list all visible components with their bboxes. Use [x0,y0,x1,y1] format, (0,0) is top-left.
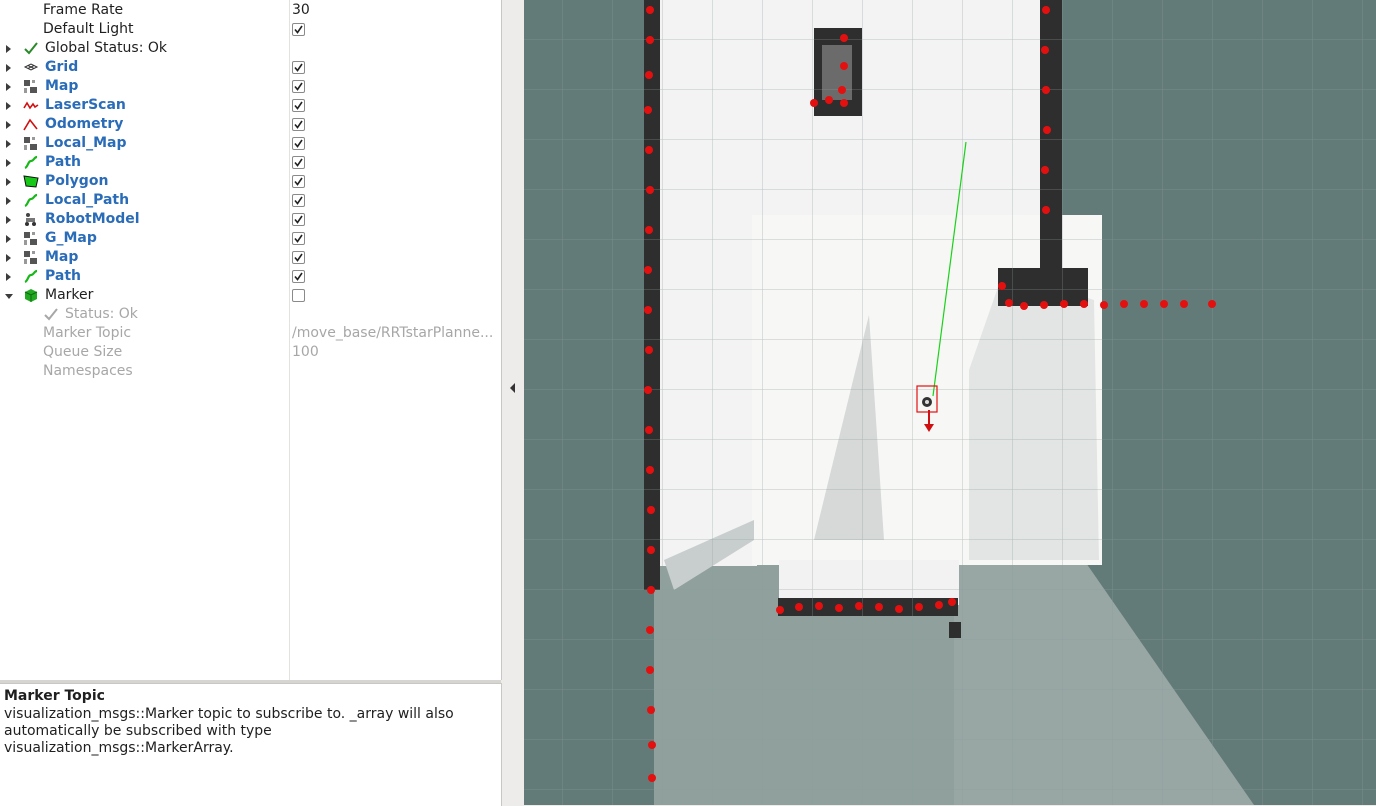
help-body-line: automatically be subscribed with type vi… [4,723,272,756]
queue-size-label: Queue Size [43,344,123,360]
display-label: Grid [45,59,79,75]
display-row-path-2[interactable]: Path [0,267,501,286]
expand-arrow-icon[interactable] [6,216,11,224]
display-label: G_Map [45,230,97,246]
display-checkbox[interactable] [292,156,305,169]
marker-checkbox[interactable] [292,289,305,302]
display-checkbox[interactable] [292,61,305,74]
marker-topic-label: Marker Topic [43,325,132,341]
expand-arrow-icon[interactable] [6,121,11,129]
check-icon [44,308,58,321]
expand-arrow-icon[interactable] [6,45,11,53]
check-icon [24,42,38,55]
laserscan-icon [23,101,39,110]
frame-rate-value[interactable]: 30 [292,1,497,20]
display-checkbox[interactable] [292,232,305,245]
expand-arrow-icon[interactable] [6,235,11,243]
display-checkbox[interactable] [292,213,305,226]
display-label: Marker [45,287,94,303]
display-checkbox[interactable] [292,99,305,112]
default-light-checkbox[interactable] [292,23,305,36]
display-row-map-2[interactable]: Map [0,248,501,267]
expand-arrow-icon[interactable] [6,102,11,110]
expand-arrow-icon[interactable] [6,159,11,167]
default-light-row[interactable]: Default Light [0,20,501,39]
marker-status-row[interactable]: Status: Ok [0,305,501,324]
display-row-local-map[interactable]: Local_Map [0,134,501,153]
display-label: Polygon [45,173,109,189]
display-label: Path [45,154,81,170]
namespaces-label: Namespaces [43,363,133,379]
help-title: Marker Topic [4,688,105,704]
map-icon [24,251,37,264]
display-row-marker[interactable]: Marker [0,286,501,305]
display-label: Local_Path [45,192,130,208]
frame-rate-row[interactable]: Frame Rate 30 [0,1,501,20]
displays-panel: Frame Rate 30 Default Light Global Statu… [0,0,502,680]
display-row-path[interactable]: Path [0,153,501,172]
display-row-odometry[interactable]: Odometry [0,115,501,134]
expand-arrow-icon[interactable] [6,197,11,205]
expand-arrow-icon[interactable] [6,64,11,72]
render-viewport[interactable] [524,0,1376,805]
marker-status-label: Status: Ok [65,306,138,322]
global-status-row[interactable]: Global Status: Ok [0,39,501,58]
expand-arrow-icon[interactable] [6,140,11,148]
default-light-label: Default Light [43,21,134,37]
display-checkbox[interactable] [292,118,305,131]
odometry-icon [23,118,38,131]
namespaces-row[interactable]: Namespaces [0,362,501,381]
display-label: LaserScan [45,97,126,113]
marker-topic-value[interactable]: /move_base/RRTstarPlanne... [292,324,497,343]
display-row-map[interactable]: Map [0,77,501,96]
help-body: visualization_msgs::Marker topic to subs… [4,706,498,757]
display-row-grid[interactable]: Grid [0,58,501,77]
display-label: Map [45,249,79,265]
marker-cube-icon [24,289,38,302]
display-checkbox[interactable] [292,251,305,264]
collapse-left-icon[interactable] [510,383,515,393]
expand-arrow-icon[interactable] [6,273,11,281]
display-row-local-path[interactable]: Local_Path [0,191,501,210]
display-checkbox[interactable] [292,80,305,93]
frame-rate-label: Frame Rate [43,2,124,18]
collapse-arrow-icon[interactable] [5,294,13,299]
queue-size-row[interactable]: Queue Size 100 [0,343,501,362]
display-row-laserscan[interactable]: LaserScan [0,96,501,115]
queue-size-value[interactable]: 100 [292,343,497,362]
display-checkbox[interactable] [292,137,305,150]
path-icon [24,193,38,208]
display-label: Odometry [45,116,124,132]
panel-collapse-bar[interactable] [502,0,524,805]
map-render [524,0,1376,805]
grid-icon [23,63,39,71]
expand-arrow-icon[interactable] [6,83,11,91]
path-icon [24,269,38,284]
map-icon [24,232,37,245]
map-icon [24,80,37,93]
marker-topic-row[interactable]: Marker Topic /move_base/RRTstarPlanne... [0,324,501,343]
display-label: Path [45,268,81,284]
display-checkbox[interactable] [292,175,305,188]
display-row-robotmodel[interactable]: RobotModel [0,210,501,229]
map-icon [24,137,37,150]
robot-model-icon [25,213,36,226]
help-body-line: visualization_msgs::Marker topic to subs… [4,706,454,722]
display-label: RobotModel [45,211,140,227]
expand-arrow-icon[interactable] [6,254,11,262]
display-label: Local_Map [45,135,127,151]
global-status-label: Global Status: Ok [45,40,168,56]
display-row-g-map[interactable]: G_Map [0,229,501,248]
help-panel: Marker Topic visualization_msgs::Marker … [0,683,502,806]
display-checkbox[interactable] [292,194,305,207]
display-row-polygon[interactable]: Polygon [0,172,501,191]
polygon-icon [23,175,39,188]
path-icon [24,155,38,170]
display-label: Map [45,78,79,94]
expand-arrow-icon[interactable] [6,178,11,186]
display-checkbox[interactable] [292,270,305,283]
